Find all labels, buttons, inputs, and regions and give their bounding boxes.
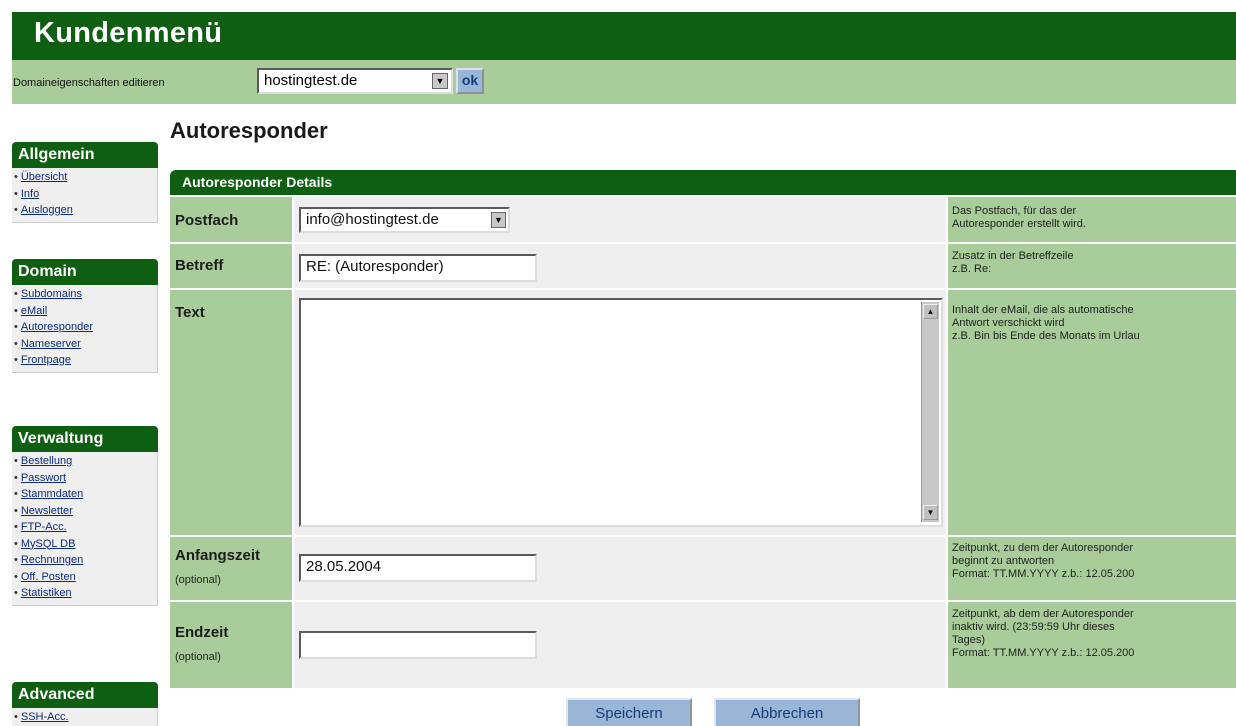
anfangszeit-help: Zeitpunkt, zu dem der Autoresponder begi… bbox=[952, 542, 1135, 580]
betreff-label: Betreff bbox=[175, 257, 224, 274]
anfangszeit-optional: (optional) bbox=[175, 574, 221, 586]
panel-title: Autoresponder Details bbox=[170, 170, 1236, 195]
nav-group-title: Domain bbox=[12, 259, 158, 285]
domain-select[interactable]: hostingtest.de ▼ bbox=[257, 68, 453, 94]
anfangszeit-label: Anfangszeit bbox=[175, 547, 261, 564]
row-anfangszeit: Anfangszeit (optional) 28.05.2004 Zeitpu… bbox=[170, 537, 1236, 600]
bullet-icon: • bbox=[14, 455, 18, 467]
bullet-icon: • bbox=[14, 187, 18, 200]
domain-bar: Domaineigenschaften editieren hostingtes… bbox=[12, 60, 1236, 104]
nav-link-stammdaten[interactable]: Stammdaten bbox=[21, 488, 83, 500]
bullet-icon: • bbox=[14, 570, 18, 583]
text-help: Inhalt der eMail, die als automatische A… bbox=[952, 304, 1140, 342]
app-title: Kundenmenü bbox=[34, 17, 223, 49]
endzeit-label: Endzeit bbox=[175, 624, 229, 641]
nav-group-verwaltung: Verwaltung • Bestellung • Passwort • Stammd… bbox=[12, 426, 158, 606]
bullet-icon: • bbox=[14, 711, 18, 723]
scroll-up-icon[interactable]: ▲ bbox=[923, 304, 938, 319]
bullet-icon: • bbox=[14, 504, 18, 517]
row-betreff: Betreff RE: (Autoresponder) Zusatz in de… bbox=[170, 244, 1236, 288]
bullet-icon: • bbox=[14, 554, 18, 566]
textarea-scrollbar[interactable]: ▲ ▼ bbox=[921, 302, 939, 522]
endzeit-optional: (optional) bbox=[175, 651, 221, 663]
bullet-icon: • bbox=[14, 171, 18, 183]
nav-link-subdomains[interactable]: Subdomains bbox=[21, 288, 82, 300]
cancel-button[interactable]: Abbrechen bbox=[714, 698, 860, 726]
text-textarea[interactable]: ▲ ▼ bbox=[299, 298, 943, 527]
anfangszeit-input[interactable]: 28.05.2004 bbox=[299, 554, 537, 582]
nav-link-passwort[interactable]: Passwort bbox=[21, 472, 66, 484]
postfach-label: Postfach bbox=[175, 212, 239, 229]
nav-link-autoresponder[interactable]: Autoresponder bbox=[21, 321, 93, 333]
bullet-icon: • bbox=[14, 537, 18, 550]
save-button[interactable]: Speichern bbox=[566, 698, 692, 726]
bullet-icon: • bbox=[14, 521, 18, 533]
domain-select-value: hostingtest.de bbox=[264, 72, 358, 89]
bullet-icon: • bbox=[14, 587, 18, 599]
betreff-input[interactable]: RE: (Autoresponder) bbox=[299, 254, 537, 282]
nav-link-info[interactable]: Info bbox=[21, 188, 39, 200]
bullet-icon: • bbox=[14, 488, 18, 500]
nav-group-title: Advanced bbox=[12, 682, 158, 708]
nav-link-uebersicht[interactable]: Übersicht bbox=[21, 171, 67, 183]
autoresponder-details-panel: Autoresponder Details Postfach info@host… bbox=[170, 170, 1236, 690]
bullet-icon: • bbox=[14, 337, 18, 350]
nav-link-rechnungen[interactable]: Rechnungen bbox=[21, 554, 83, 566]
page-title: Autoresponder bbox=[170, 118, 328, 143]
bullet-icon: • bbox=[14, 471, 18, 484]
nav-link-email[interactable]: eMail bbox=[21, 305, 47, 317]
nav-link-nameserver[interactable]: Nameserver bbox=[21, 338, 81, 350]
row-endzeit: Endzeit (optional) Zeitpunkt, ab dem der… bbox=[170, 602, 1236, 688]
nav-link-ftp-acc[interactable]: FTP-Acc. bbox=[21, 521, 67, 533]
nav-link-mysql-db[interactable]: MySQL DB bbox=[21, 538, 76, 550]
dropdown-arrow-icon[interactable]: ▼ bbox=[432, 73, 448, 89]
nav-link-bestellung[interactable]: Bestellung bbox=[21, 455, 72, 467]
nav-group-domain: Domain • Subdomains • eMail • Autoresponder… bbox=[12, 259, 158, 373]
row-postfach: Postfach info@hostingtest.de ▼ Das Postf… bbox=[170, 197, 1236, 242]
nav-link-statistiken[interactable]: Statistiken bbox=[21, 587, 72, 599]
nav-group-allgemein: Allgemein • Übersicht • Info • Ausloggen bbox=[12, 142, 158, 223]
nav-link-newsletter[interactable]: Newsletter bbox=[21, 505, 73, 517]
text-label: Text bbox=[175, 304, 205, 321]
scroll-down-icon[interactable]: ▼ bbox=[923, 505, 938, 520]
bullet-icon: • bbox=[14, 321, 18, 333]
bullet-icon: • bbox=[14, 304, 18, 317]
postfach-select-value: info@hostingtest.de bbox=[306, 211, 439, 228]
dropdown-arrow-icon[interactable]: ▼ bbox=[491, 212, 506, 228]
domain-select-label: Domaineigenschaften editieren bbox=[13, 77, 165, 89]
nav-link-frontpage[interactable]: Frontpage bbox=[21, 354, 71, 366]
endzeit-input[interactable] bbox=[299, 631, 537, 659]
bullet-icon: • bbox=[14, 354, 18, 366]
nav-group-title: Allgemein bbox=[12, 142, 158, 168]
nav-group-advanced: Advanced • SSH-Acc. bbox=[12, 682, 158, 726]
bullet-icon: • bbox=[14, 204, 18, 216]
endzeit-help: Zeitpunkt, ab dem der Autoresponder inak… bbox=[952, 608, 1135, 659]
ok-button[interactable]: ok bbox=[456, 68, 484, 94]
bullet-icon: • bbox=[14, 288, 18, 300]
nav-link-ausloggen[interactable]: Ausloggen bbox=[21, 204, 73, 216]
nav-link-off-posten[interactable]: Off. Posten bbox=[21, 571, 76, 583]
row-text: Text ▲ ▼ Inhalt der eMail, die als autom… bbox=[170, 290, 1236, 535]
betreff-help: Zusatz in der Betreffzeile z.B. Re: bbox=[952, 250, 1074, 275]
header-bar: Kundenmenü bbox=[12, 12, 1236, 60]
postfach-help: Das Postfach, für das der Autoresponder … bbox=[952, 205, 1086, 230]
nav-link-ssh-acc[interactable]: SSH-Acc. bbox=[21, 711, 69, 723]
postfach-select[interactable]: info@hostingtest.de ▼ bbox=[299, 207, 510, 233]
nav-group-title: Verwaltung bbox=[12, 426, 158, 452]
